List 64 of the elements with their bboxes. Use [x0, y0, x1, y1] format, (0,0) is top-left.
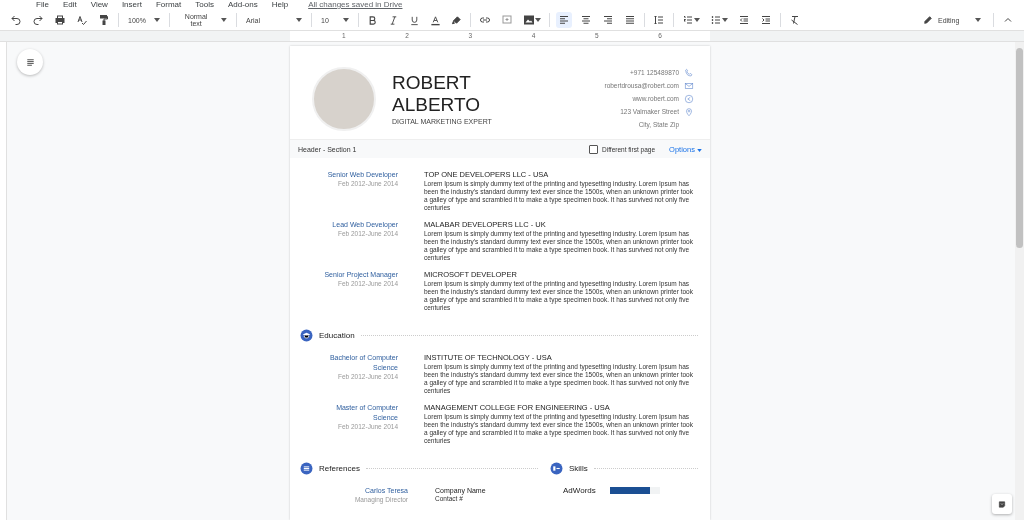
link-icon [479, 14, 491, 26]
first-name: ROBERT [392, 72, 472, 94]
location-pin-icon [684, 106, 694, 117]
menu-item[interactable]: Edit [62, 0, 77, 10]
menu-item[interactable]: Tools [195, 0, 214, 10]
decrease-indent-icon [738, 14, 750, 26]
menu-item[interactable]: View [90, 0, 108, 10]
menu-item[interactable]: Insert [121, 0, 142, 10]
align-justify-icon [624, 14, 636, 26]
menu-item[interactable]: Format [155, 0, 182, 10]
outline-icon [24, 56, 36, 68]
clear-formatting-icon [789, 14, 801, 26]
underline-icon [409, 14, 420, 26]
comment-icon [501, 14, 513, 26]
caret-icon [694, 18, 700, 22]
mail-icon [684, 80, 694, 91]
marker-icon [451, 14, 462, 26]
document-outline-button[interactable] [17, 49, 43, 75]
image-icon [523, 14, 535, 26]
caret-icon [975, 18, 981, 22]
spellcheck-icon [76, 14, 88, 26]
section-heading: Education [319, 330, 355, 340]
section-heading: References [319, 463, 360, 473]
phone-icon [684, 67, 694, 78]
bold-icon [367, 14, 378, 26]
align-right-icon [602, 14, 614, 26]
menu-item[interactable]: Add-ons [227, 0, 258, 10]
redo-icon [32, 14, 44, 26]
save-status-link[interactable]: All changes saved in Drive [308, 0, 403, 10]
list-icon [300, 461, 313, 475]
caret-icon [154, 18, 160, 22]
last-name: ALBERTO [392, 94, 481, 116]
text-color-icon [430, 14, 441, 26]
caret-icon [296, 18, 302, 22]
align-left-icon [558, 14, 570, 26]
menu-item[interactable]: Help [271, 0, 289, 10]
toggle-icon [550, 461, 563, 475]
caret-icon [535, 18, 541, 22]
graduation-cap-icon [300, 328, 313, 342]
align-center-icon [580, 14, 592, 26]
print-button[interactable] [52, 12, 68, 28]
paint-roller-icon [98, 14, 110, 26]
line-spacing-icon [653, 14, 665, 26]
caret-icon [343, 18, 349, 22]
share-icon [684, 93, 694, 104]
explore-button[interactable] [992, 494, 1012, 514]
scrollbar-thumb[interactable] [1016, 48, 1023, 248]
caret-icon [722, 18, 728, 22]
pencil-icon [923, 15, 933, 25]
skill-name: AdWords [563, 486, 596, 495]
caret-icon [697, 148, 702, 152]
italic-icon [388, 14, 399, 26]
checkbox[interactable] [589, 144, 599, 154]
undo-icon [10, 14, 22, 26]
image-button[interactable] [521, 12, 543, 28]
printer-icon [54, 14, 66, 26]
increase-indent-icon [760, 14, 772, 26]
caret-icon [221, 18, 227, 22]
explore-icon [998, 498, 1006, 510]
section-heading: Skills [569, 463, 588, 473]
bulleted-list-icon [710, 14, 722, 26]
menu-item[interactable]: File [36, 0, 49, 10]
align-button[interactable] [556, 12, 572, 28]
numbered-list-icon [682, 14, 694, 26]
